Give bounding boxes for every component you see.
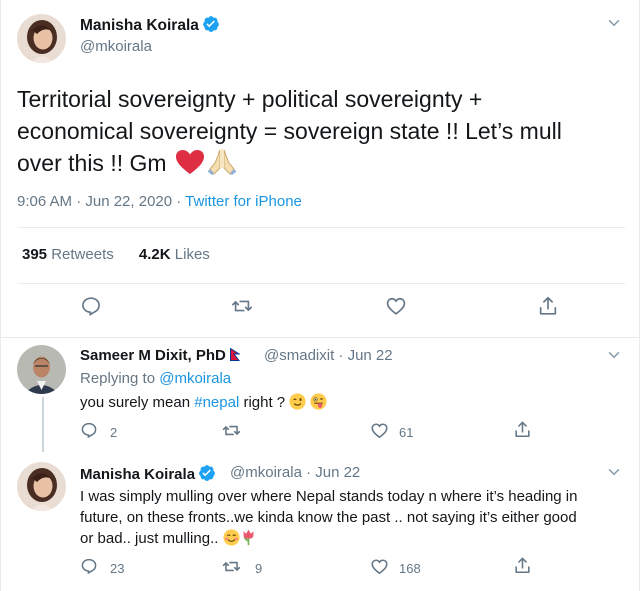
divider xyxy=(17,283,625,284)
tweet-text: Territorial sovereignty + political sove… xyxy=(17,83,627,183)
reply-icon xyxy=(81,422,97,438)
retweet-button[interactable] xyxy=(222,557,241,576)
share-icon xyxy=(539,296,557,315)
retweet-button[interactable] xyxy=(231,295,253,317)
tongue-emoji-icon xyxy=(310,393,328,416)
reply-count: 23 xyxy=(110,561,125,576)
tweet-thread: Manisha Koirala @mkoirala Territorial so… xyxy=(0,0,640,591)
share-icon xyxy=(515,421,530,438)
folded-hands-emoji-icon xyxy=(207,147,237,183)
hashtag-link[interactable]: #nepal xyxy=(194,394,239,411)
retweet-icon xyxy=(222,561,241,572)
author-handle[interactable]: @mkoirala xyxy=(80,38,152,55)
reply-count: 2 xyxy=(110,425,118,440)
retweet-icon xyxy=(222,425,241,436)
reply-icon xyxy=(81,558,97,574)
chevron-down-icon[interactable] xyxy=(605,463,623,481)
author-handle[interactable]: @mkoirala · Jun 22 xyxy=(230,464,360,481)
share-button[interactable] xyxy=(537,295,559,317)
avatar[interactable] xyxy=(17,14,66,63)
main-tweet[interactable]: Manisha Koirala @mkoirala Territorial so… xyxy=(1,0,640,338)
reply-icon xyxy=(82,297,100,316)
author-name[interactable]: Manisha Koirala xyxy=(80,15,220,35)
reply-text: I was simply mulling over where Nepal st… xyxy=(80,486,630,552)
share-button[interactable] xyxy=(513,556,532,575)
wink-emoji-icon xyxy=(289,393,306,416)
verified-badge-icon xyxy=(202,16,219,32)
smile-emoji-icon xyxy=(223,529,240,552)
like-icon xyxy=(371,423,388,439)
chevron-down-icon[interactable] xyxy=(605,14,623,32)
like-button[interactable] xyxy=(385,295,407,317)
like-count: 168 xyxy=(399,561,421,576)
tweet-stats: 395 Retweets 4.2K Likes xyxy=(22,246,231,263)
share-button[interactable] xyxy=(513,420,532,439)
author-name[interactable]: Manisha Koirala xyxy=(80,464,216,483)
like-button[interactable] xyxy=(370,557,389,576)
tulip-emoji-icon xyxy=(240,528,257,552)
retweet-count: 9 xyxy=(255,561,263,576)
like-count: 61 xyxy=(399,425,414,440)
reply-button[interactable] xyxy=(80,557,98,575)
like-label[interactable]: Likes xyxy=(175,246,210,263)
avatar[interactable] xyxy=(17,462,66,511)
share-icon xyxy=(515,557,530,574)
tweet-source-link[interactable]: Twitter for iPhone xyxy=(185,193,302,210)
tweet-timestamp: 9:06 AM · Jun 22, 2020 · Twitter for iPh… xyxy=(17,193,302,210)
retweet-count[interactable]: 395 xyxy=(22,246,47,263)
like-button[interactable] xyxy=(370,421,389,440)
thread-connector xyxy=(42,397,44,452)
avatar[interactable] xyxy=(17,345,66,394)
retweet-button[interactable] xyxy=(222,421,241,440)
heart-emoji-icon xyxy=(175,149,205,183)
mention-link[interactable]: @mkoirala xyxy=(159,370,231,387)
verified-badge-icon xyxy=(199,465,215,481)
retweet-label[interactable]: Retweets xyxy=(51,246,114,263)
retweet-icon xyxy=(232,300,252,312)
author-handle[interactable]: @smadixit · Jun 22 xyxy=(264,347,393,364)
chevron-down-icon[interactable] xyxy=(605,346,623,364)
like-count[interactable]: 4.2K xyxy=(139,246,171,263)
author-name[interactable]: Sameer M Dixit, PhD xyxy=(80,347,241,364)
divider xyxy=(17,227,625,228)
like-icon xyxy=(386,297,406,315)
reply-button[interactable] xyxy=(80,421,98,439)
replying-to: Replying to @mkoirala xyxy=(80,370,232,387)
reply-button[interactable] xyxy=(80,295,102,317)
reply-text: you surely mean #nepal right ? xyxy=(80,392,328,416)
like-icon xyxy=(371,559,388,575)
nepal-flag-icon xyxy=(230,347,241,361)
